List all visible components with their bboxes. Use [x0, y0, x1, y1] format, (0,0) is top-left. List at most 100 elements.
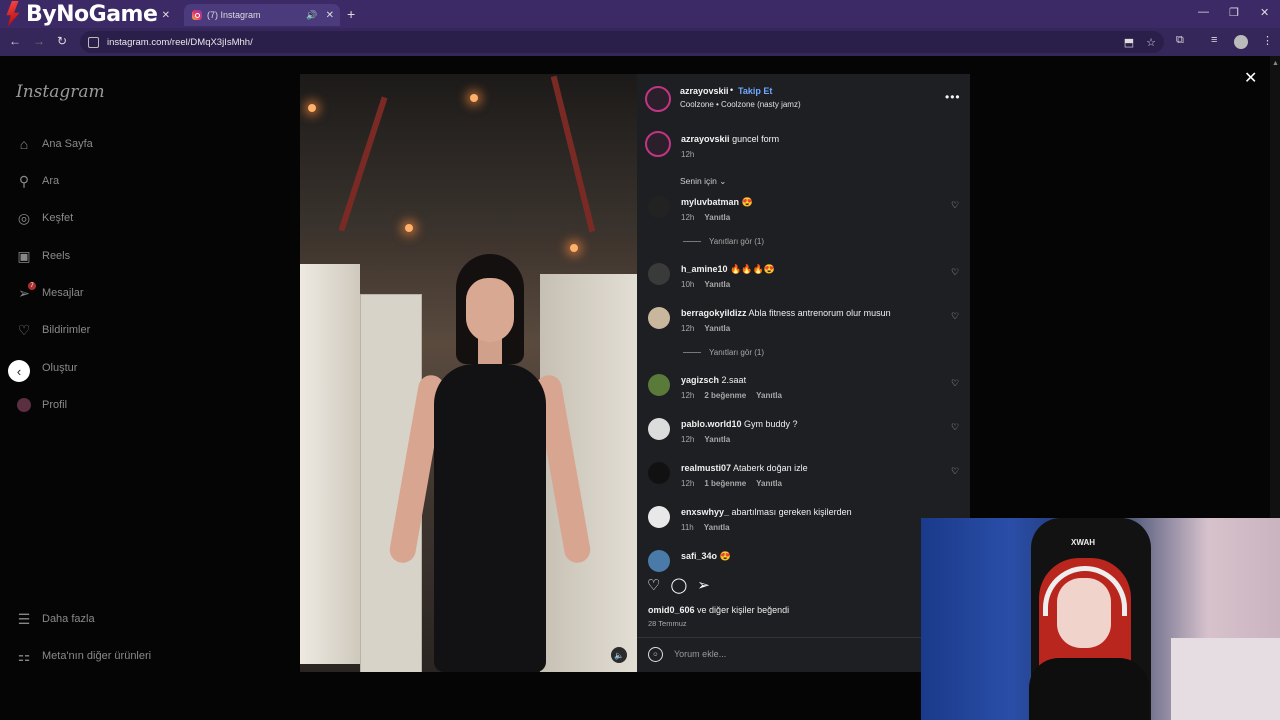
caption: azrayovskii guncel form [681, 134, 779, 144]
like-comment-heart-icon[interactable]: ♡ [951, 466, 959, 477]
share-send-icon[interactable]: ➢ [697, 576, 710, 594]
chevron-left-icon[interactable]: ‹ [8, 360, 30, 382]
sidebar-item-meta[interactable]: ⚏ Meta'nın diğer ürünleri [16, 648, 151, 664]
reply-button[interactable]: Yanıtla [756, 391, 782, 400]
comment-avatar[interactable] [648, 550, 670, 572]
comment-username[interactable]: yagizsch [681, 375, 719, 385]
forward-icon[interactable]: → [33, 34, 45, 48]
sidebar-item-home[interactable]: ⌂ Ana Sayfa [16, 136, 93, 152]
browser-tab-bar: ByNoGame ✕ (7) Instagram 🔊 ✕ + — ❐ ✕ [0, 0, 1280, 28]
new-tab-button[interactable]: + [347, 6, 355, 22]
sidebar-item-search[interactable]: ⚲ Ara [16, 173, 59, 189]
comment-username[interactable]: realmusti07 [681, 463, 731, 473]
comment-username[interactable]: h_amine10 [681, 264, 728, 274]
reply-button[interactable]: Yanıtla [704, 213, 730, 222]
back-icon[interactable]: ← [9, 34, 21, 48]
caption-avatar[interactable] [645, 131, 671, 157]
likes-username[interactable]: omid0_606 [648, 605, 695, 615]
emoji-icon[interactable]: ☺ [648, 647, 663, 662]
url-field[interactable]: instagram.com/reel/DMqX3jIsMhh/ ⬒ ☆ [80, 31, 1164, 53]
tab-title: (7) Instagram [207, 10, 261, 20]
speaker-icon[interactable]: 🔊 [306, 10, 317, 21]
video-light [470, 94, 478, 102]
sidebar-item-profile[interactable]: Profil [16, 397, 67, 413]
like-comment-heart-icon[interactable]: ♡ [951, 267, 959, 278]
like-comment-heart-icon[interactable]: ♡ [951, 200, 959, 211]
close-icon[interactable]: ✕ [1244, 68, 1257, 88]
comment-username[interactable]: safi_34o [681, 551, 717, 561]
reply-button[interactable]: Yanıtla [704, 435, 730, 444]
bookmark-star-icon[interactable]: ☆ [1146, 36, 1156, 49]
sidebar-item-label: Profil [42, 399, 68, 411]
restore-icon[interactable]: ❐ [1229, 6, 1239, 19]
comment-input[interactable]: Yorum ekle... [674, 649, 726, 659]
reload-icon[interactable]: ↻ [57, 34, 67, 48]
scroll-up-icon[interactable]: ▲ [1272, 60, 1279, 67]
browser-profile-avatar[interactable] [1234, 35, 1248, 49]
volume-icon[interactable]: 🔈 [611, 647, 627, 663]
sort-dropdown[interactable]: Senin için ⌄ [680, 176, 726, 187]
comment-avatar[interactable] [648, 462, 670, 484]
close-tab-icon[interactable]: ✕ [162, 10, 170, 21]
caption-username[interactable]: azrayovskii [681, 134, 730, 144]
view-replies-button[interactable]: Yanıtları gör (1) [683, 348, 764, 357]
replies-line [683, 352, 701, 353]
follow-button[interactable]: Takip Et [738, 86, 772, 96]
tab-bynogame[interactable]: ✕ [130, 4, 178, 26]
instagram-logo[interactable]: Instagram [16, 82, 105, 102]
reply-button[interactable]: Yanıtla [756, 479, 782, 488]
like-comment-heart-icon[interactable]: ♡ [951, 378, 959, 389]
window-close-icon[interactable]: ✕ [1260, 6, 1269, 19]
comment-username[interactable]: berragokyildizz [681, 308, 747, 318]
comment-likes[interactable]: 1 beğenme [704, 479, 746, 488]
media-control-icon[interactable]: ≡ [1211, 34, 1217, 46]
comment-username[interactable]: enxswhyy_ [681, 507, 729, 517]
sidebar-item-messages[interactable]: ➢ 7 Mesajlar [16, 282, 84, 301]
comment-username[interactable]: pablo.world10 [681, 419, 742, 429]
comment-text: 😍 [719, 551, 731, 561]
comment-likes[interactable]: 2 beğenme [704, 391, 746, 400]
sidebar-item-label: Ana Sayfa [42, 138, 93, 150]
post-author-username[interactable]: azrayovskii [680, 86, 729, 96]
comment-avatar[interactable] [648, 418, 670, 440]
reply-button[interactable]: Yanıtla [704, 280, 730, 289]
sidebar-item-explore[interactable]: ◎ Keşfet [16, 210, 73, 226]
replies-line [683, 241, 701, 242]
video-person-face [466, 278, 514, 342]
like-comment-heart-icon[interactable]: ♡ [951, 311, 959, 322]
comment-avatar[interactable] [648, 263, 670, 285]
tab-instagram[interactable]: (7) Instagram 🔊 ✕ [184, 4, 340, 26]
comment-text: Gym buddy ? [744, 419, 798, 429]
reply-button[interactable]: Yanıtla [704, 324, 730, 333]
post-author-avatar[interactable] [645, 86, 671, 112]
post-audio[interactable]: Coolzone • Coolzone (nasty jamz) [680, 100, 801, 109]
site-info-icon[interactable] [88, 36, 99, 48]
likes-text: ve diğer kişiler beğendi [697, 605, 790, 615]
more-options-icon[interactable]: ••• [945, 90, 961, 104]
install-app-icon[interactable]: ⬒ [1124, 36, 1134, 49]
like-heart-icon[interactable]: ♡ [647, 576, 660, 594]
sidebar-item-label: Ara [42, 175, 60, 187]
comment-username[interactable]: myluvbatman [681, 197, 739, 207]
likes-summary[interactable]: omid0_606 ve diğer kişiler beğendi [648, 605, 789, 615]
comment-text: 😍 [741, 197, 753, 207]
extensions-icon[interactable]: ⧉ [1176, 34, 1184, 47]
comment-avatar[interactable] [648, 506, 670, 528]
reel-video[interactable] [300, 74, 637, 672]
close-tab-icon[interactable]: ✕ [326, 10, 334, 21]
home-icon: ⌂ [19, 136, 29, 152]
browser-menu-icon[interactable]: ⋮ [1262, 34, 1273, 47]
comment: myluvbatman 😍 [681, 197, 753, 208]
sidebar-item-notifications[interactable]: ♡ Bildirimler [16, 322, 91, 338]
sidebar-item-more[interactable]: ☰ Daha fazla [16, 611, 95, 627]
minimize-icon[interactable]: — [1198, 6, 1209, 18]
like-comment-heart-icon[interactable]: ♡ [951, 422, 959, 433]
comment-avatar[interactable] [648, 307, 670, 329]
comment-bubble-icon[interactable]: ◯ [670, 576, 687, 594]
reply-button[interactable]: Yanıtla [704, 523, 730, 532]
comment-avatar[interactable] [648, 374, 670, 396]
view-replies-button[interactable]: Yanıtları gör (1) [683, 237, 764, 246]
comment-avatar[interactable] [648, 196, 670, 218]
caption-time: 12h [681, 150, 695, 159]
sidebar-item-reels[interactable]: ▣ Reels [16, 248, 70, 264]
